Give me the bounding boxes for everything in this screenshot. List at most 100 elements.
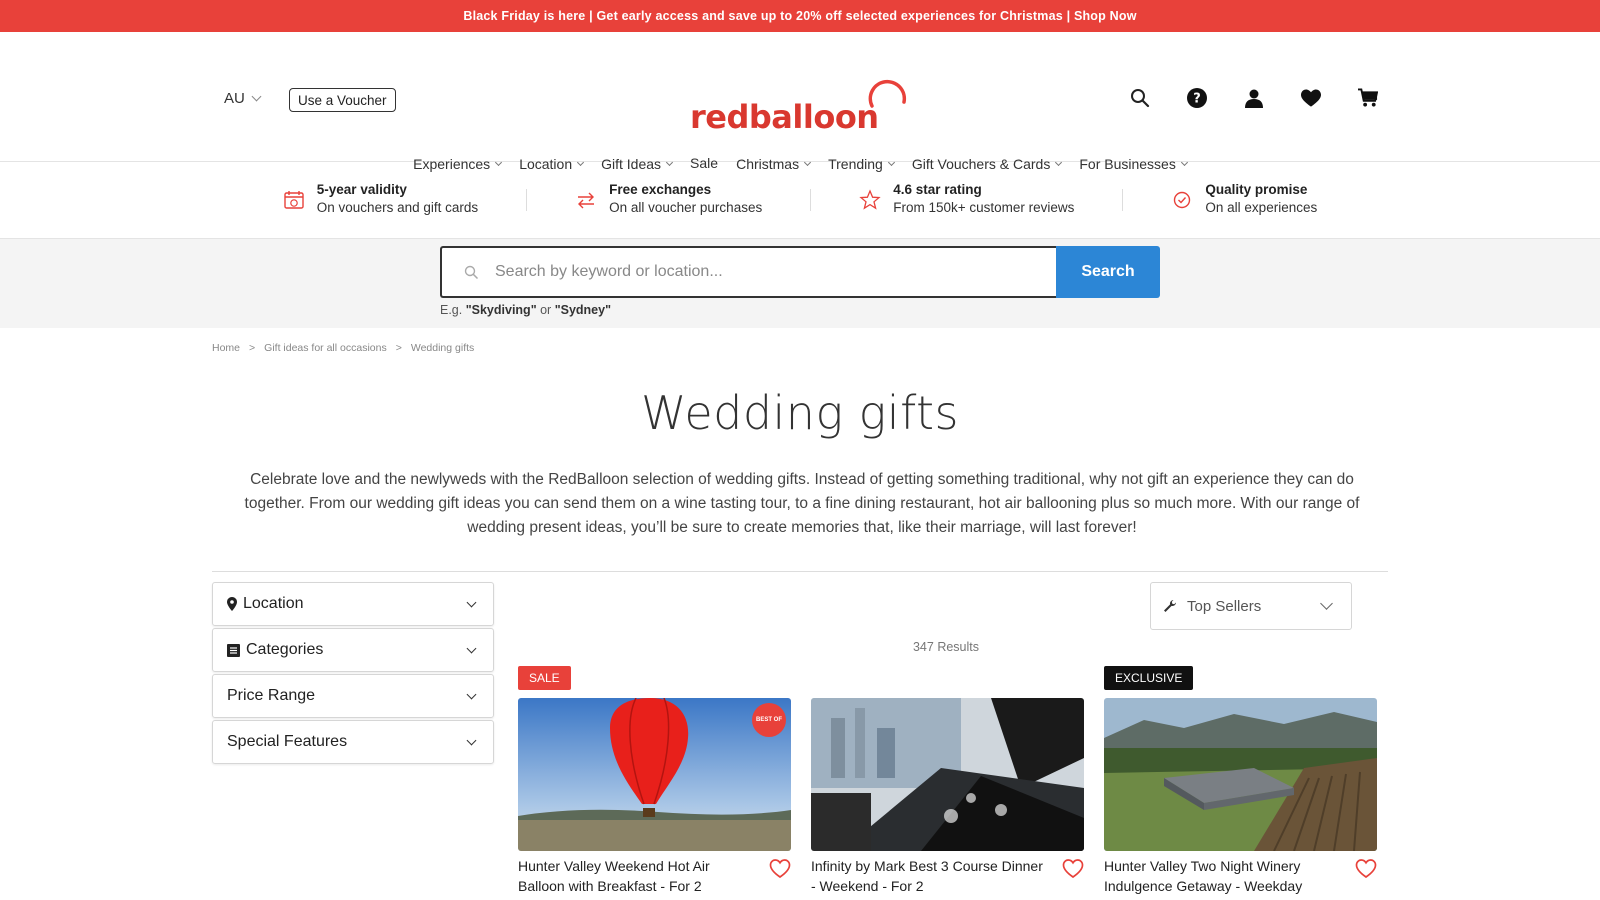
cart-icon[interactable] xyxy=(1358,88,1378,108)
chevron-down-icon xyxy=(577,158,585,167)
search-icon xyxy=(464,265,479,279)
search-input[interactable] xyxy=(495,263,1035,281)
page-title: Wedding gifts xyxy=(641,386,959,440)
country-selector[interactable]: AU xyxy=(224,90,262,107)
nav-label: Location xyxy=(519,156,573,172)
usp-subtitle: From 150k+ customer reviews xyxy=(893,200,1075,215)
filter-sidebar: Location Categories Price Range Special … xyxy=(212,582,494,766)
filter-categories[interactable]: Categories xyxy=(212,628,494,672)
chevron-down-icon xyxy=(466,689,477,699)
nav-for-businesses[interactable]: For Businesses xyxy=(1070,156,1195,172)
filter-special-features[interactable]: Special Features xyxy=(212,720,494,764)
country-label: AU xyxy=(224,90,245,107)
search-bar: Search xyxy=(440,246,1160,298)
usp-exchanges: Free exchanges On all voucher purchases xyxy=(527,182,812,215)
main-navigation: Experiences Location Gift Ideas Sale Chr… xyxy=(0,154,1600,172)
use-voucher-button[interactable]: Use a Voucher xyxy=(289,88,396,112)
chevron-down-icon xyxy=(466,597,477,607)
sale-badge: SALE xyxy=(518,666,571,690)
site-header: AU Use a Voucher redballoon ? Experience… xyxy=(0,32,1600,172)
usp-subtitle: On all experiences xyxy=(1205,200,1318,215)
breadcrumb-home[interactable]: Home xyxy=(212,342,240,354)
filter-label: Price Range xyxy=(227,687,316,704)
nav-location[interactable]: Location xyxy=(510,156,592,172)
product-title[interactable]: Hunter Valley Weekend Hot Air Balloon wi… xyxy=(518,856,758,896)
chevron-down-icon xyxy=(804,158,812,167)
filter-label: Special Features xyxy=(227,733,348,750)
breadcrumb-current: Wedding gifts xyxy=(410,342,475,354)
product-title[interactable]: Hunter Valley Two Night Winery Indulgenc… xyxy=(1104,856,1344,896)
exclusive-badge: EXCLUSIVE xyxy=(1104,666,1194,690)
hint-example-sydney[interactable]: "Sydney" xyxy=(555,303,611,317)
nav-label: Trending xyxy=(828,156,883,172)
wishlist-heart-icon[interactable] xyxy=(1301,88,1321,108)
chevron-down-icon xyxy=(887,158,895,167)
usp-title: Free exchanges xyxy=(609,182,712,197)
sort-dropdown[interactable]: Top Sellers xyxy=(1150,582,1352,630)
section-divider xyxy=(212,571,1388,572)
chevron-down-icon xyxy=(466,643,477,653)
wrench-icon xyxy=(1164,599,1176,612)
product-image-hot-air-balloon[interactable]: BEST OF xyxy=(518,698,791,851)
search-area: Search E.g. "Skydiving" or "Sydney" xyxy=(0,239,1600,328)
usp-subtitle: On vouchers and gift cards xyxy=(316,200,479,215)
search-icon[interactable] xyxy=(1130,88,1150,108)
nav-sale[interactable]: Sale xyxy=(681,154,727,172)
usp-title: 4.6 star rating xyxy=(893,182,982,197)
promo-text[interactable]: Black Friday is here | Get early access … xyxy=(463,9,1136,23)
nav-label: Sale xyxy=(690,155,719,171)
redballoon-logo[interactable]: redballoon xyxy=(690,74,918,140)
product-image-winery-getaway[interactable] xyxy=(1104,698,1377,851)
page-intro: Celebrate love and the newlyweds with th… xyxy=(244,471,1360,536)
filter-label: Categories xyxy=(246,641,324,658)
breadcrumb-separator: > xyxy=(249,342,256,354)
wishlist-heart-icon[interactable] xyxy=(1062,858,1084,880)
breadcrumb-gift-ideas[interactable]: Gift ideas for all occasions xyxy=(264,342,387,354)
logo-wordmark: redballoon xyxy=(690,98,879,136)
check-badge-icon xyxy=(1174,191,1191,209)
search-button[interactable]: Search xyxy=(1056,246,1160,298)
search-input-wrapper[interactable] xyxy=(440,246,1056,298)
chevron-down-icon xyxy=(466,735,477,745)
help-icon[interactable]: ? xyxy=(1187,88,1207,108)
best-of-label: BEST OF xyxy=(755,717,782,723)
product-image-fine-dining[interactable] xyxy=(811,698,1084,851)
list-icon xyxy=(227,643,240,657)
usp-subtitle: On all voucher purchases xyxy=(609,200,763,215)
promo-banner[interactable]: Black Friday is here | Get early access … xyxy=(0,0,1600,32)
hint-or: or xyxy=(536,303,555,317)
nav-experiences[interactable]: Experiences xyxy=(404,156,510,172)
chevron-down-icon xyxy=(1320,597,1333,610)
nav-label: Experiences xyxy=(413,156,491,172)
filter-price-range[interactable]: Price Range xyxy=(212,674,494,718)
filter-location[interactable]: Location xyxy=(212,582,494,626)
hint-example-skydiving[interactable]: "Skydiving" xyxy=(466,303,537,317)
usp-rating: 4.6 star rating From 150k+ customer revie… xyxy=(811,182,1124,215)
chevron-down-icon xyxy=(1180,158,1188,167)
usp-title: Quality promise xyxy=(1205,182,1308,197)
nav-trending[interactable]: Trending xyxy=(819,156,903,172)
nav-label: Gift Ideas xyxy=(601,156,662,172)
balloon-arc-icon xyxy=(868,79,907,108)
exchange-arrows-icon xyxy=(578,192,595,209)
nav-gift-vouchers-cards[interactable]: Gift Vouchers & Cards xyxy=(903,156,1071,172)
usp-validity: 5-year validity On vouchers and gift card… xyxy=(235,182,528,215)
filter-label: Location xyxy=(243,595,304,612)
chevron-down-icon xyxy=(666,158,674,167)
wishlist-heart-icon[interactable] xyxy=(1355,858,1377,880)
usp-title: 5-year validity xyxy=(316,182,407,197)
nav-label: Christmas xyxy=(736,156,800,172)
calendar-icon xyxy=(284,191,304,209)
chevron-down-icon xyxy=(495,158,503,167)
hint-prefix: E.g. xyxy=(440,303,466,317)
results-count: 347 Results xyxy=(912,640,979,654)
breadcrumb: Home > Gift ideas for all occasions > We… xyxy=(212,342,474,354)
search-hint: E.g. "Skydiving" or "Sydney" xyxy=(440,303,611,317)
wishlist-heart-icon[interactable] xyxy=(769,858,791,880)
header-icons: ? xyxy=(1130,88,1378,108)
product-title[interactable]: Infinity by Mark Best 3 Course Dinner - … xyxy=(811,856,1051,896)
nav-christmas[interactable]: Christmas xyxy=(727,156,819,172)
nav-gift-ideas[interactable]: Gift Ideas xyxy=(592,156,681,172)
account-icon[interactable] xyxy=(1244,88,1264,108)
best-of-badge: BEST OF xyxy=(752,703,786,737)
